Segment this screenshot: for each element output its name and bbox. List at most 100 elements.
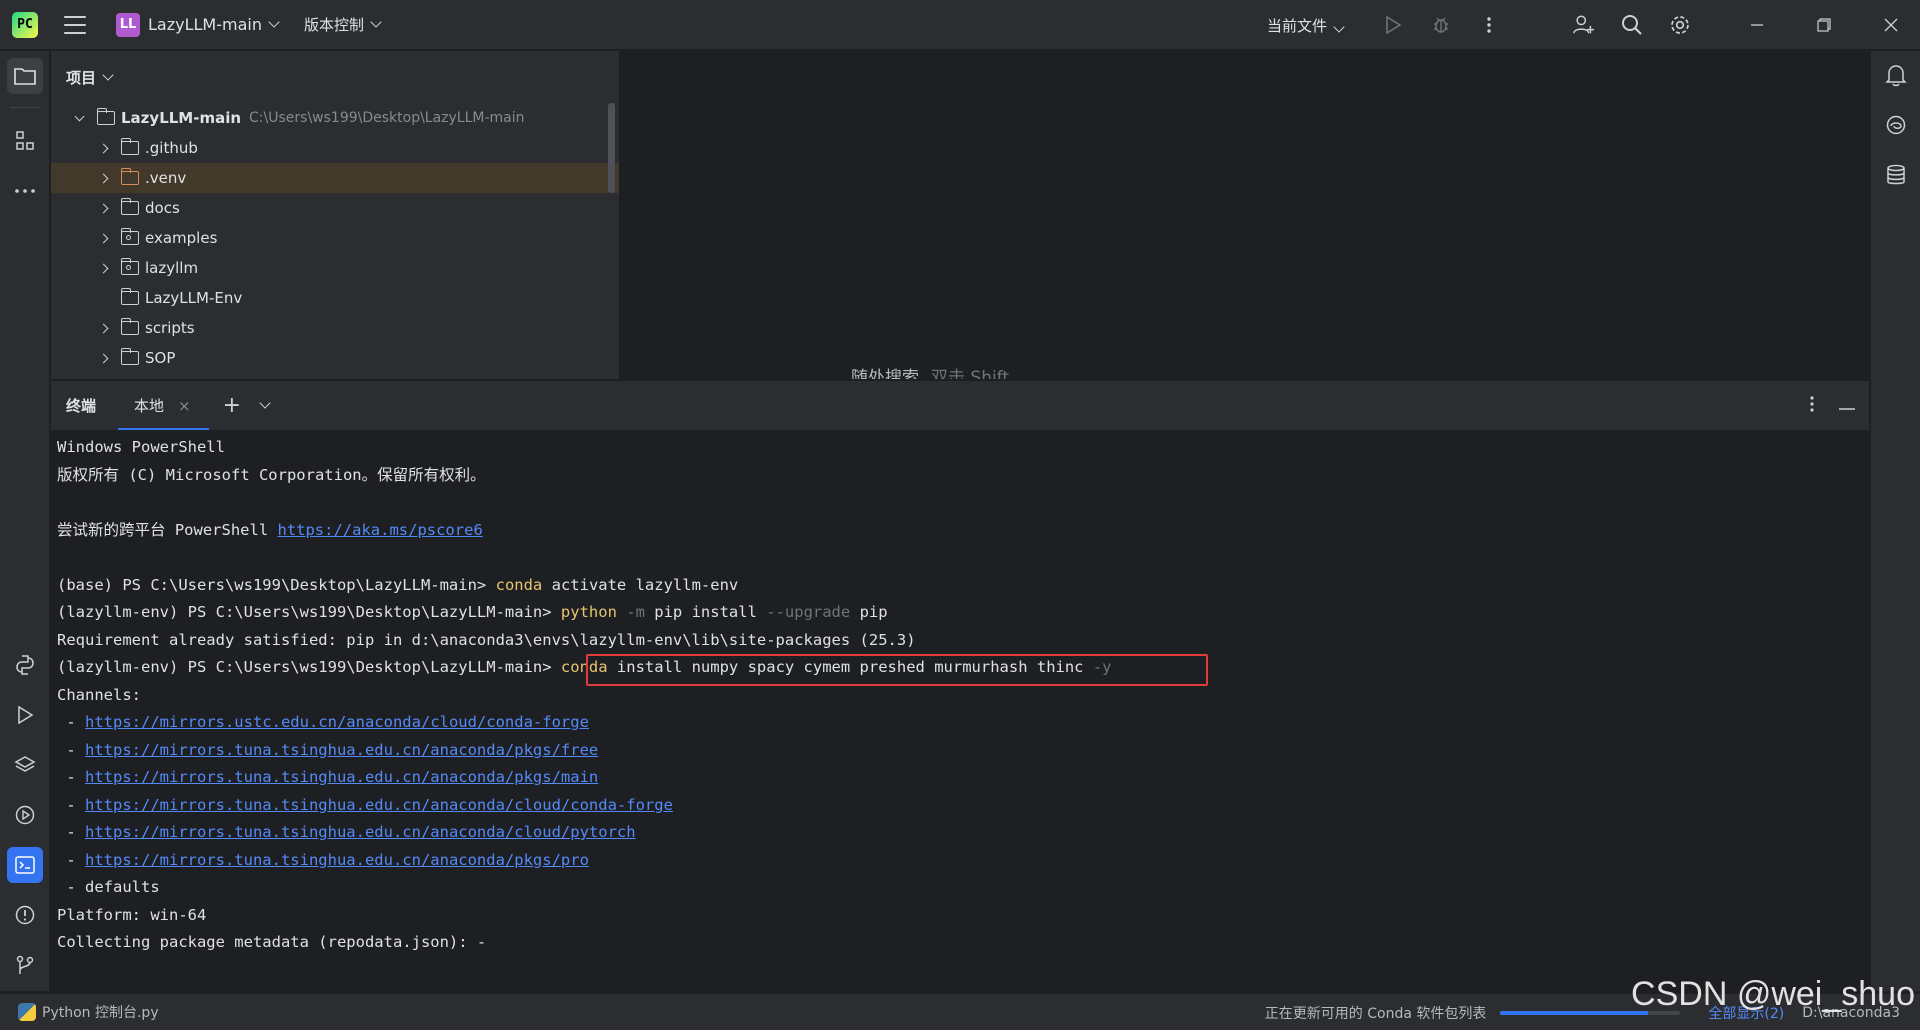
project-panel-title: 项目 [66, 68, 97, 87]
channel-link[interactable]: https://mirrors.tuna.tsinghua.edu.cn/ana… [85, 741, 598, 759]
terminal-header: 终端 本地 × + [51, 380, 1869, 431]
main-menu-icon[interactable] [64, 15, 86, 34]
channel-link[interactable]: https://mirrors.tuna.tsinghua.edu.cn/ana… [85, 768, 598, 786]
tree-item-venv[interactable]: .venv [51, 163, 619, 193]
hint-shortcut: 双击 Shift [931, 368, 1010, 379]
chevron-right-icon[interactable] [98, 173, 108, 183]
git-branch-icon[interactable] [7, 947, 43, 983]
run-icon[interactable] [1382, 14, 1404, 36]
tree-root-name: LazyLLM-main [121, 109, 242, 127]
title-bar: PC LL LazyLLM-main 版本控制 当前文件 [0, 0, 1920, 50]
channel-line: - https://mirrors.tuna.tsinghua.edu.cn/a… [57, 740, 599, 759]
prompt: (lazyllm-env) PS C:\Users\ws199\Desktop\… [57, 658, 561, 676]
command: python [560, 603, 617, 621]
channel-link[interactable]: https://mirrors.tuna.tsinghua.edu.cn/ana… [85, 823, 636, 841]
chevron-right-icon[interactable] [98, 263, 108, 273]
tree-root-path: C:\Users\ws199\Desktop\LazyLLM-main [249, 110, 525, 126]
terminal-options-icon[interactable] [1809, 395, 1815, 417]
tab-local-label: 本地 [134, 397, 165, 415]
chevron-right-icon[interactable] [98, 323, 108, 333]
tree-item-lazyllm[interactable]: lazyllm [51, 253, 619, 283]
run-config-label: 当前文件 [1266, 16, 1327, 35]
tree-item-github[interactable]: .github [51, 133, 619, 163]
notifications-bell-icon[interactable] [1884, 63, 1908, 87]
channel-link[interactable]: https://mirrors.ustc.edu.cn/anaconda/clo… [85, 713, 589, 731]
more-tools-icon[interactable] [7, 173, 43, 209]
terminal-line: Windows PowerShell [57, 438, 225, 456]
tree-item-label: lazyllm [145, 259, 199, 277]
settings-gear-icon[interactable] [1669, 14, 1691, 36]
tree-item-docs[interactable]: docs [51, 193, 619, 223]
command-highlight-box [586, 654, 1208, 686]
chevron-right-icon[interactable] [98, 203, 108, 213]
run-config-selector[interactable]: 当前文件 [1266, 15, 1345, 36]
terminal-output[interactable]: Windows PowerShell 版权所有 (C) Microsoft Co… [51, 430, 1869, 993]
channel-line: - https://mirrors.tuna.tsinghua.edu.cn/a… [57, 823, 636, 841]
problems-icon[interactable] [7, 897, 43, 933]
tree-root[interactable]: LazyLLM-main C:\Users\ws199\Desktop\Lazy… [51, 103, 619, 133]
services-icon[interactable] [7, 797, 43, 833]
project-name[interactable]: LazyLLM-main [148, 15, 262, 34]
pycharm-logo-icon[interactable]: PC [12, 11, 38, 38]
chevron-down-icon[interactable] [74, 111, 84, 121]
command-flag: --upgrade [756, 603, 851, 621]
folder-icon [120, 348, 139, 365]
tree-item-label: LazyLLM-Env [145, 289, 243, 307]
project-panel-header[interactable]: 项目 [51, 51, 619, 103]
structure-icon[interactable] [7, 123, 43, 159]
terminal-line: Platform: win-64 [57, 905, 207, 924]
close-tab-icon[interactable]: × [178, 397, 191, 415]
channel-line: - https://mirrors.tuna.tsinghua.edu.cn/a… [57, 795, 673, 814]
layers-icon[interactable] [7, 747, 43, 783]
more-actions-icon[interactable] [1478, 14, 1500, 36]
database-icon[interactable] [1884, 163, 1908, 187]
tab-local[interactable]: 本地 × [118, 381, 209, 431]
channel-link[interactable]: https://mirrors.tuna.tsinghua.edu.cn/ana… [85, 851, 589, 869]
tree-item-lazyllm-env[interactable]: LazyLLM-Env [51, 283, 619, 313]
background-task-label[interactable]: 正在更新可用的 Conda 软件包列表 [1265, 1003, 1487, 1023]
tree-item-sop[interactable]: SOP [51, 343, 619, 373]
chevron-down-icon[interactable] [370, 16, 382, 28]
chevron-right-icon[interactable] [98, 143, 108, 153]
debug-icon[interactable] [1430, 14, 1452, 36]
hide-panel-icon[interactable] [1839, 397, 1855, 415]
chevron-right-icon[interactable] [98, 353, 108, 363]
terminal-line: Requirement already satisfied: pip in d:… [57, 630, 916, 649]
terminal-line: 版权所有 (C) Microsoft Corporation。保留所有权利。 [57, 465, 486, 484]
ai-assistant-icon[interactable] [1884, 113, 1908, 137]
channel-line: - https://mirrors.tuna.tsinghua.edu.cn/a… [57, 768, 599, 786]
new-tab-icon[interactable]: + [223, 393, 241, 418]
tree-item-label: docs [145, 199, 180, 217]
package-folder-icon [120, 258, 139, 275]
minimize-icon[interactable] [1746, 14, 1768, 36]
close-icon[interactable] [1880, 14, 1902, 36]
vcs-menu[interactable]: 版本控制 [304, 14, 364, 35]
prompt: (base) PS C:\Users\ws199\Desktop\LazyLLM… [57, 575, 496, 594]
chevron-down-icon[interactable] [268, 16, 280, 28]
command-args: activate lazyllm-env [542, 575, 739, 594]
project-badge[interactable]: LL [116, 12, 140, 37]
chevron-right-icon[interactable] [98, 233, 108, 243]
tree-item-examples[interactable]: examples [51, 223, 619, 253]
chevron-down-icon[interactable] [259, 397, 271, 409]
pscore-link[interactable]: https://aka.ms/pscore6 [277, 521, 482, 539]
project-scrollbar[interactable] [608, 103, 615, 193]
python-console-icon[interactable] [7, 647, 43, 683]
restore-icon[interactable] [1813, 14, 1835, 36]
search-icon[interactable] [1621, 14, 1643, 36]
add-user-icon[interactable] [1573, 14, 1595, 36]
search-everywhere-hint: 随处搜索 双击 Shift [851, 363, 1009, 379]
hint-action: 随处搜索 [851, 368, 919, 379]
run-tool-icon[interactable] [7, 697, 43, 733]
terminal-icon[interactable] [7, 847, 43, 883]
tree-item-scripts[interactable]: scripts [51, 313, 619, 343]
command-flag: -m [616, 603, 645, 621]
folder-icon [120, 198, 139, 215]
status-breadcrumb[interactable]: Python 控制台.py [42, 1002, 159, 1022]
channel-link[interactable]: https://mirrors.tuna.tsinghua.edu.cn/ana… [85, 796, 673, 814]
folder-icon [120, 138, 139, 155]
folder-icon [96, 108, 115, 125]
project-folder-icon[interactable] [7, 58, 43, 94]
